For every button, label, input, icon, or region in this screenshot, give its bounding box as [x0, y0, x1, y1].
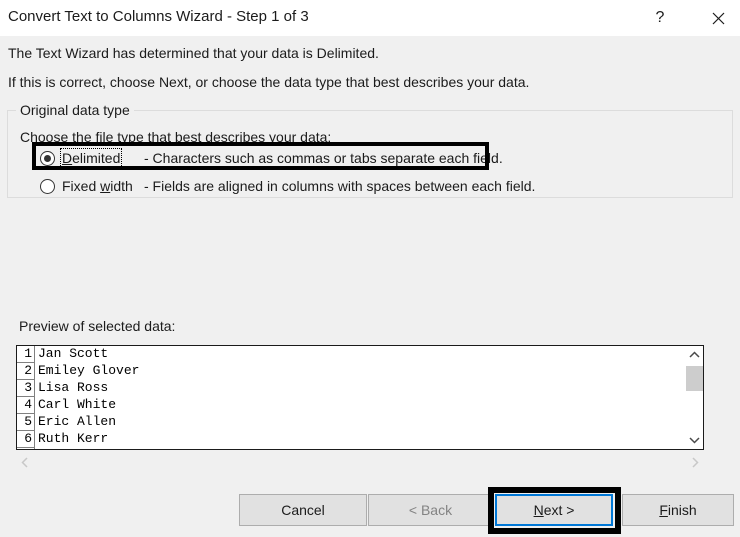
preview-row-number: 6 — [17, 431, 35, 448]
preview-row: 1 Jan Scott — [17, 346, 687, 363]
vertical-scrollbar-thumb[interactable] — [686, 366, 703, 391]
preview-row: 6 Ruth Kerr — [17, 431, 687, 448]
chevron-left-icon[interactable] — [16, 452, 34, 472]
preview-vertical-scrollbar[interactable] — [685, 346, 703, 449]
preview-row-number: 1 — [17, 346, 35, 363]
radio-delimited-icon[interactable] — [40, 150, 55, 166]
cancel-button-label: Cancel — [281, 502, 325, 518]
preview-label: Preview of selected data: — [19, 318, 176, 334]
wizard-description-line-2: If this is correct, choose Next, or choo… — [8, 74, 530, 90]
preview-row-text: Ruth Kerr — [38, 431, 109, 446]
preview-row: 5 Eric Allen — [17, 414, 687, 431]
accel-key-finish: F — [659, 502, 668, 518]
finish-button[interactable]: Finish — [622, 494, 734, 526]
radio-fixed-width-label-head: Fixed — [62, 178, 101, 194]
finish-button-label: Finish — [659, 502, 696, 518]
preview-listbox[interactable]: 1 Jan Scott 2 Emiley Glover 3 Lisa Ross 4 Carl … — [16, 345, 704, 450]
radio-fixed-width-icon[interactable] — [40, 178, 55, 194]
preview-row — [17, 448, 687, 449]
preview-row-number: 2 — [17, 363, 35, 380]
radio-delimited-label-rest: elimited — [72, 150, 121, 166]
question-mark-icon: ? — [655, 9, 665, 26]
back-button[interactable]: < Back — [368, 494, 493, 526]
preview-row-text: Lisa Ross — [38, 380, 109, 395]
radio-fixed-width-label-tail: idth — [110, 178, 133, 194]
finish-button-label-tail: inish — [667, 502, 697, 518]
preview-row-number: 3 — [17, 380, 35, 397]
next-button-label: Next > — [534, 502, 575, 518]
preview-rows-container: 1 Jan Scott 2 Emiley Glover 3 Lisa Ross 4 Carl … — [17, 346, 687, 449]
accel-key-delimited: D — [62, 150, 73, 166]
accel-key-fixed-width: w — [100, 178, 111, 194]
preview-row: 4 Carl White — [17, 397, 687, 414]
radio-option-delimited[interactable]: Delimited - Characters such as commas or… — [40, 147, 503, 169]
chevron-up-icon[interactable] — [685, 346, 703, 364]
wizard-description-line-1: The Text Wizard has determined that your… — [8, 45, 379, 61]
preview-row-number: 4 — [17, 397, 35, 414]
close-button[interactable] — [696, 0, 740, 36]
radio-delimited-description: - Characters such as commas or tabs sepa… — [144, 150, 503, 166]
preview-row-text: Eric Allen — [38, 414, 117, 429]
accel-key-next: N — [533, 502, 544, 518]
choose-file-type-label: Choose the file type that best describes… — [20, 129, 332, 145]
radio-fixed-width-label: Fixed width — [62, 178, 133, 194]
preview-row-number — [17, 448, 35, 449]
preview-row-text: Carl White — [38, 397, 117, 412]
cancel-button[interactable]: Cancel — [239, 494, 367, 526]
close-icon — [712, 12, 725, 25]
chevron-down-icon[interactable] — [685, 431, 703, 449]
convert-text-to-columns-wizard-dialog: Convert Text to Columns Wizard - Step 1 … — [0, 0, 740, 537]
radio-delimited-label: Delimited — [59, 148, 123, 168]
back-button-label: < Back — [408, 502, 453, 518]
next-button[interactable]: Next > — [495, 494, 613, 526]
preview-row-text: Jan Scott — [38, 346, 109, 361]
preview-row-number: 5 — [17, 414, 35, 431]
radio-option-fixed-width[interactable]: Fixed width - Fields are aligned in colu… — [40, 175, 535, 197]
window-title: Convert Text to Columns Wizard - Step 1 … — [8, 8, 309, 25]
preview-horizontal-scrollbar[interactable] — [16, 452, 704, 472]
radio-fixed-width-description: - Fields are aligned in columns with spa… — [144, 178, 536, 194]
help-button[interactable]: ? — [638, 0, 682, 36]
preview-row: 2 Emiley Glover — [17, 363, 687, 380]
original-data-type-legend: Original data type — [16, 102, 134, 118]
preview-row: 3 Lisa Ross — [17, 380, 687, 397]
preview-row-text: Emiley Glover — [38, 363, 140, 378]
title-bar: Convert Text to Columns Wizard - Step 1 … — [0, 0, 740, 36]
next-button-label-tail: ext > — [543, 502, 575, 518]
chevron-right-icon[interactable] — [686, 452, 704, 472]
